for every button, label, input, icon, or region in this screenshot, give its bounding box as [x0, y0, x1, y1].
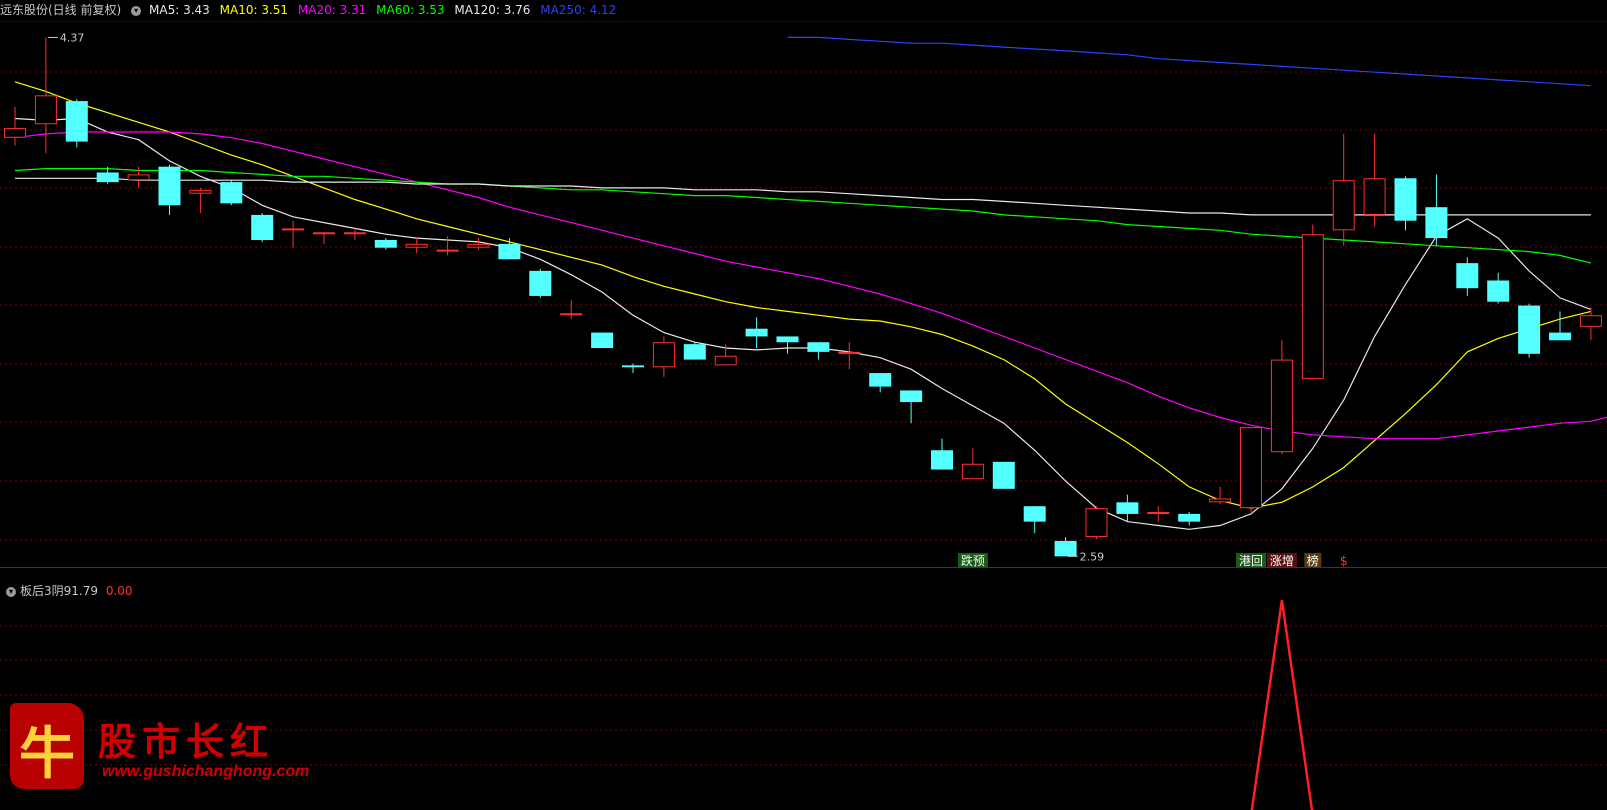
indicator-name: 板后3阴91.79: [20, 584, 98, 598]
candle-body: [4, 128, 26, 138]
signal-badge: 跌预: [961, 553, 985, 568]
signal-badge: 榜: [1307, 553, 1319, 568]
candle-body: [343, 232, 366, 235]
candle-body: [622, 365, 644, 368]
candle-body: [961, 463, 984, 480]
price-label: 4.37: [60, 31, 85, 44]
candle-body: [714, 355, 737, 366]
candle-body: [65, 101, 88, 142]
candle-body: [220, 182, 243, 204]
candle-body: [436, 249, 459, 252]
signal-badge: $: [1340, 554, 1348, 568]
indicator-value: 0.00: [105, 584, 133, 598]
brand-name: 股市长红: [98, 719, 275, 764]
candle-body: [1487, 280, 1510, 302]
candle-body: [96, 172, 119, 183]
candle-body: [189, 189, 212, 194]
candle-body: [251, 214, 274, 240]
candle-body: [931, 450, 953, 470]
kline-chart[interactable]: 4.37 2.59 跌预 港回 涨增榜 $: [0, 0, 1607, 810]
candle-body: [498, 243, 521, 260]
candle-body: [127, 174, 150, 181]
candle-body: [1518, 305, 1541, 354]
candle-body: [529, 270, 552, 296]
candle-body: [313, 232, 335, 235]
candle-body: [1209, 498, 1232, 503]
candle-body: [1394, 178, 1417, 221]
candle-body: [1579, 315, 1602, 327]
candle-body: [282, 228, 305, 231]
candle-body: [1549, 332, 1571, 341]
candle-body: [1425, 207, 1448, 239]
candle-body: [1116, 502, 1139, 514]
candle-body: [745, 328, 768, 337]
ma-line-ma20: [14, 131, 1607, 440]
candle-body: [405, 243, 428, 248]
bull-seal-icon: 牛: [10, 703, 84, 789]
candle-body: [1178, 513, 1201, 522]
candle-body: [776, 336, 799, 343]
candle-body: [591, 332, 614, 349]
brand-url: www.gushichanghong.com: [102, 763, 310, 780]
candle-body: [1456, 263, 1479, 289]
candle-body: [560, 313, 583, 316]
indicator-dropdown-icon[interactable]: ▾: [6, 586, 16, 597]
candle-body: [652, 342, 675, 368]
candle-body: [1147, 511, 1170, 514]
signal-badge: 涨增: [1270, 553, 1294, 568]
price-label: 2.59: [1080, 550, 1105, 563]
candle-body: [1270, 359, 1293, 453]
indicator-header: ▾ 板后3阴91.79 0.00: [0, 582, 133, 600]
signal-badge: 港回: [1239, 554, 1263, 568]
candle-body: [807, 342, 830, 352]
candle-body: [1332, 180, 1355, 231]
ma-line-ma10: [14, 81, 1592, 509]
candle-body: [1085, 508, 1108, 538]
candle-body: [900, 390, 923, 403]
candle-body: [1301, 234, 1324, 379]
candle-body: [992, 461, 1015, 489]
candle-body: [374, 239, 397, 248]
candle-body: [158, 166, 181, 206]
candle-body: [34, 95, 57, 125]
candle-body: [1054, 540, 1077, 557]
candle-body: [683, 344, 706, 360]
ma-line-ma250: [787, 36, 1591, 87]
candle-body: [1023, 506, 1046, 522]
candle-body: [1363, 178, 1386, 215]
candle-body: [467, 243, 490, 248]
candle-body: [1240, 427, 1262, 509]
candle-body: [869, 373, 892, 387]
watermark-logo: 牛 股市长红 www.gushichanghong.com: [10, 703, 310, 793]
candle-body: [838, 351, 861, 354]
